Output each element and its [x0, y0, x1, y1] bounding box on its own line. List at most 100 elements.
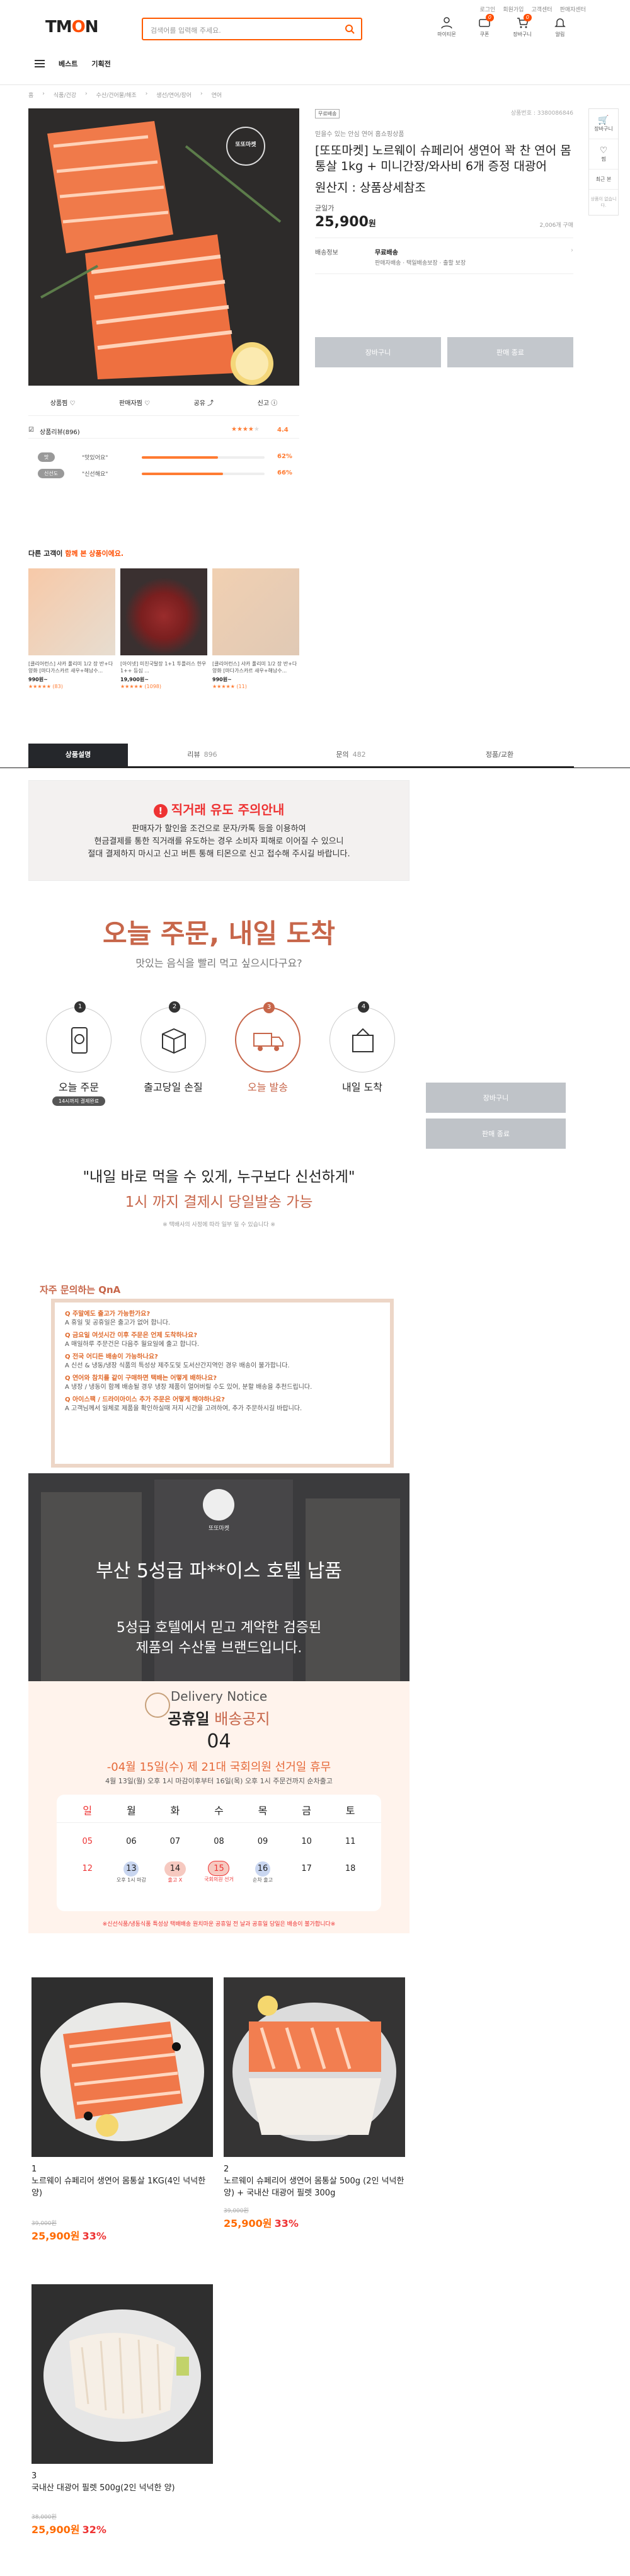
review-tag: 신선도 — [38, 469, 65, 478]
related-card[interactable]: [아이넷] 미친국탈장 1+1 투플러스 한우 1++ 등심 ... 19,90… — [120, 568, 207, 690]
related-card[interactable]: [클리어런스] 샤카 풀리미 1/2 장 반+다양화 [마다가스카르 새우+해남… — [28, 568, 115, 690]
wish-button[interactable]: 상품찜 ♡ — [50, 398, 76, 407]
nav-special[interactable]: 기획전 — [91, 59, 110, 69]
tab-exchange[interactable]: 정품/교환 — [425, 744, 574, 766]
notification-button[interactable]: 알림 — [548, 16, 572, 38]
cart-button[interactable]: 0 장바구니 — [510, 14, 534, 38]
delivery-steps: 1 오늘 주문 14시까지 결제완료 2 출고당일 손질 3 오늘 발송 4 내… — [44, 1001, 397, 1106]
product-card-image — [32, 2284, 213, 2464]
faq-box: Q 주말에도 출고가 가능한가요? A 휴일 및 공휴일은 출고가 없어 합니다.… — [51, 1299, 394, 1468]
nav-best[interactable]: 베스트 — [59, 59, 77, 69]
breadcrumb-item[interactable]: 생선/연어/장어 — [156, 91, 192, 99]
side-cart-button[interactable]: 장바구니 — [426, 1083, 566, 1113]
tab-description[interactable]: 상품설명 — [28, 744, 128, 766]
related-image — [120, 568, 207, 655]
signup-link[interactable]: 회원가입 — [503, 5, 524, 13]
report-button[interactable]: 신고 ⓘ — [258, 398, 278, 407]
mytmon-button[interactable]: 마이티몬 — [435, 16, 459, 38]
salmon-photo — [28, 108, 299, 386]
product-title: [또또마켓] 노르웨이 슈페리어 생연어 꽉 찬 연어 몸통살 1kg + 미니… — [315, 144, 571, 173]
faq-section: 자주 문의하는 QnA Q 주말에도 출고가 가능한가요? A 휴일 및 공휴일은… — [40, 1283, 394, 1468]
rail-empty: 상품이 없습니다. — [590, 197, 617, 208]
review-text: "맛있어요" — [82, 455, 108, 461]
breadcrumb-item[interactable]: 수산/건어물/해조 — [96, 91, 137, 99]
top-links: 로그인 회원가입 고객센터 판매자센터 — [480, 5, 587, 13]
step-2: 2 출고당일 손질 — [139, 1001, 208, 1094]
holiday-notice: Delivery Notice 공휴일 배송공지 04 -04월 15일(수) … — [28, 1681, 410, 1933]
scam-body: 판매자가 할인을 조건으로 문자/카톡 등을 이용하여 현금결제를 통한 직거래를… — [88, 824, 350, 859]
hotel-title: 부산 5성급 파**이스 호텔 납품 — [96, 1560, 342, 1582]
free-shipping-tag: 무료배송 — [315, 109, 340, 118]
review-bar-row: 신선도 "신선해요" 66% — [28, 469, 299, 478]
sold-count: 2,006개 구매 — [539, 222, 573, 229]
quote-block: "내일 바로 먹을 수 있게, 누구보다 신선하게" 1시 까지 결제시 당일발… — [83, 1169, 355, 1228]
product-info: 무료배송 상품번호 : 3380086846 믿을수 있는 안심 연어 홈쇼핑상… — [315, 108, 573, 274]
heart-icon: ♡ — [144, 400, 150, 407]
seller-wish-button[interactable]: 판매자찜 ♡ — [119, 398, 150, 407]
breadcrumb-item[interactable]: 식품/건강 — [54, 91, 76, 99]
review-text: "신선해요" — [82, 471, 108, 478]
chevron-right-icon[interactable]: › — [571, 247, 573, 254]
review-icon: ☑ — [28, 427, 34, 434]
header: 로그인 회원가입 고객센터 판매자센터 TMON 검색어를 입력해 주세요. 마… — [0, 0, 630, 85]
product-card-name: 국내산 대광어 필렛 500g(2인 넉넉한 양) — [32, 2483, 175, 2493]
help-link[interactable]: 고객센터 — [531, 5, 552, 13]
shipping-value: 무료배송 — [375, 250, 398, 256]
product-actions: 상품찜 ♡ 판매자찜 ♡ 공유 ⤴ 신고 ⓘ — [28, 389, 299, 416]
breadcrumb-item[interactable]: 연어 — [212, 91, 222, 99]
coupon-button[interactable]: 0 쿠폰 — [472, 14, 496, 38]
detail-tabs: 상품설명 리뷰 896 문의 482 정품/교환 — [28, 744, 574, 768]
review-bar — [142, 473, 265, 475]
search-placeholder: 검색어를 입력해 주세요. — [151, 26, 221, 35]
review-tag: 맛 — [38, 452, 55, 462]
price: 25,900 — [315, 214, 369, 230]
review-bar — [142, 456, 265, 459]
review-pct: 66% — [277, 469, 292, 476]
cart-add-button[interactable]: 장바구니 — [315, 337, 441, 367]
review-pct: 62% — [277, 453, 292, 460]
heart-icon: ♡ — [69, 400, 76, 407]
product-card[interactable]: 1 노르웨이 슈페리어 생연어 몸통살 1KG(4인 넉넉한 양) 39,000… — [32, 1977, 213, 2243]
review-summary[interactable]: ☑ 상품리뷰(896) ★★★★★ 4.4 — [28, 423, 299, 439]
review-score: 4.4 — [277, 427, 289, 434]
shipping-label: 배송정보 — [315, 250, 338, 256]
rail-cart[interactable]: 🛒 장바구니 — [589, 109, 618, 139]
cart-icon: 🛒 — [598, 115, 609, 125]
rail-wish[interactable]: ♡ 찜 — [589, 139, 618, 170]
search-input[interactable]: 검색어를 입력해 주세요. — [142, 18, 362, 40]
notice-title: 공휴일 배송공지 — [168, 1710, 270, 1728]
notice-sub: 4월 13일(월) 오후 1시 마감이후부터 16일(목) 오후 1시 주문건까… — [105, 1777, 333, 1785]
package-icon — [352, 1028, 374, 1052]
rail-recent[interactable]: 최근 본 — [589, 170, 618, 190]
box-icon — [162, 1028, 186, 1054]
side-buy-button[interactable]: 판매 종료 — [426, 1118, 566, 1149]
breadcrumb-item[interactable]: 홈 — [28, 91, 33, 99]
product-card[interactable]: 2 노르웨이 슈페리어 생연어 몸통살 500g (2인 넉넉한 양) + 국내… — [224, 1977, 405, 2231]
share-button[interactable]: 공유 ⤴ — [194, 398, 214, 407]
menu-icon[interactable] — [35, 60, 45, 67]
faq-title: 자주 문의하는 QnA — [40, 1284, 121, 1296]
login-link[interactable]: 로그인 — [480, 5, 496, 13]
delivery-headline: 오늘 주문, 내일 도착 맛있는 음식을 빨리 먹고 싶으시다구요? — [103, 918, 335, 969]
cart-badge: 0 — [523, 14, 532, 21]
product-image[interactable]: 또또마켓 — [28, 108, 299, 386]
warning-icon: ! — [153, 804, 168, 818]
buy-button[interactable]: 판매 종료 — [447, 337, 573, 367]
alert-icon: ⓘ — [271, 400, 278, 407]
notice-headline: -04월 15일(수) 제 21대 국회의원 선거일 휴무 — [106, 1761, 331, 1774]
tmon-logo[interactable]: TMON — [45, 18, 98, 37]
share-icon: ⤴ — [207, 400, 214, 407]
product-card[interactable]: 3 국내산 대광어 필렛 500g(2인 넉넉한 양) 38,000원 25,9… — [32, 2284, 213, 2537]
seller-link[interactable]: 판매자센터 — [560, 5, 586, 13]
related-card[interactable]: [클리어런스] 샤카 풀리미 1/2 장 반+다양화 [마다가스카르 새우+해남… — [212, 568, 299, 690]
hotel-text: 5성급 호텔에서 믿고 계약한 검증된 제품의 수산물 브랜드입니다. — [116, 1620, 322, 1656]
shipping-detail: 판매자배송 · 택일배송보장 · 출할 보장 — [375, 260, 466, 267]
user-menu: 마이티몬 0 쿠폰 0 장바구니 알림 — [435, 14, 572, 38]
step-3: 3 오늘 발송 — [233, 1002, 302, 1094]
search-icon[interactable] — [345, 24, 355, 34]
tab-qna[interactable]: 문의 482 — [277, 744, 425, 766]
coupon-badge: 0 — [485, 14, 494, 21]
tab-review[interactable]: 리뷰 896 — [128, 744, 277, 766]
price-label: 균일가 — [315, 204, 335, 212]
product-card-image — [224, 1977, 405, 2157]
